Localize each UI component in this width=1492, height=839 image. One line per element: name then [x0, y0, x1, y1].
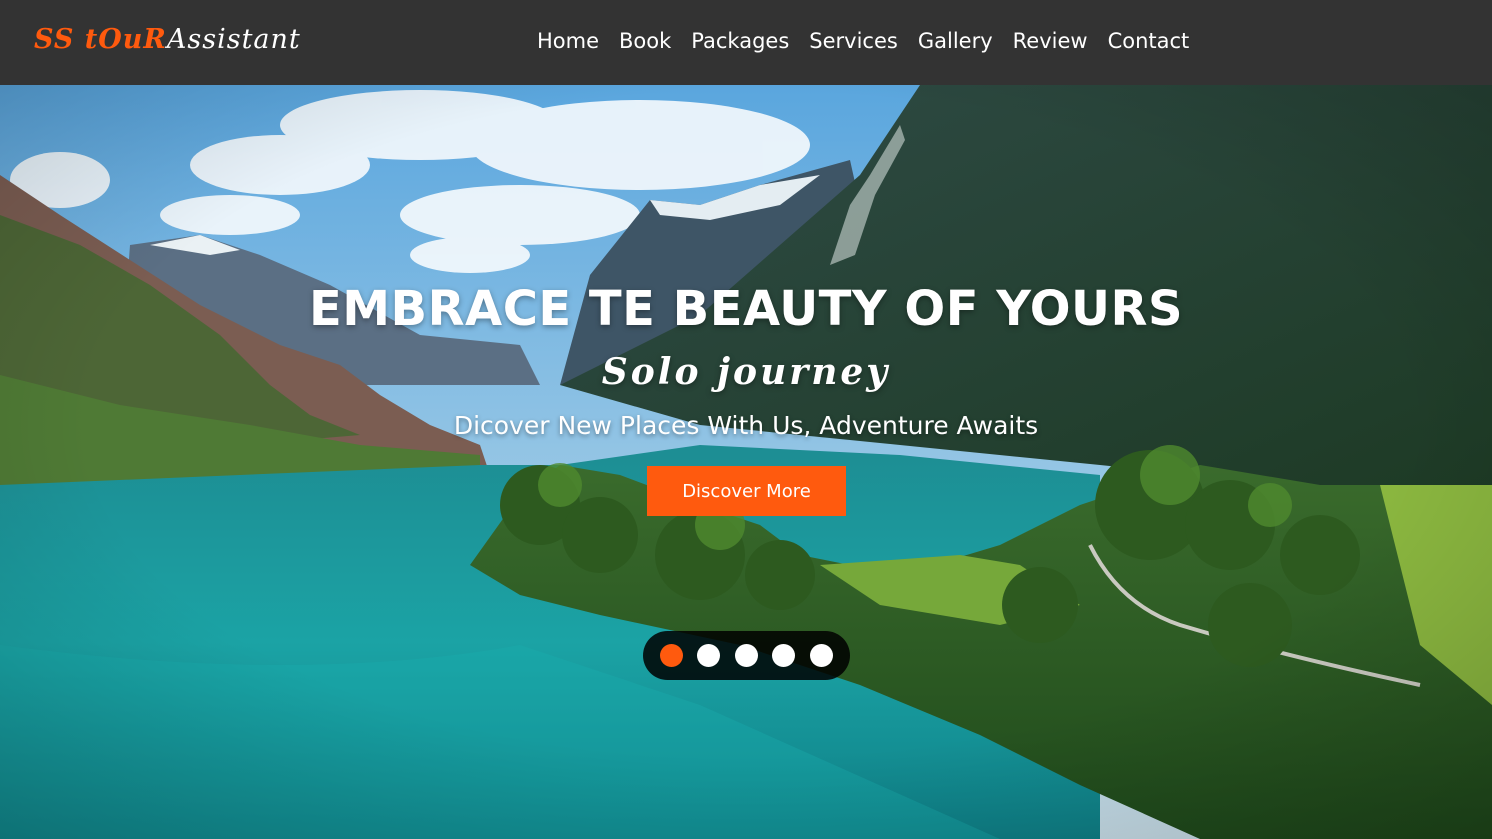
- nav-services-link[interactable]: Services: [809, 28, 898, 54]
- top-navbar: SS tOuRAssistant Home Book Packages Serv…: [0, 0, 1492, 85]
- slider-dot-3[interactable]: [735, 644, 758, 667]
- slider-dots: [643, 631, 850, 680]
- discover-more-button[interactable]: Discover More: [647, 466, 846, 516]
- hero-background-image: [0, 85, 1492, 839]
- nav-home-link[interactable]: Home: [537, 28, 599, 54]
- hero-section: EMBRACE TE BEAUTY OF YOURS Solo journey …: [0, 85, 1492, 839]
- slider-dot-2[interactable]: [697, 644, 720, 667]
- slider-dot-1[interactable]: [660, 644, 683, 667]
- hero-tagline: Dicover New Places With Us, Adventure Aw…: [453, 411, 1039, 440]
- nav-packages-link[interactable]: Packages: [691, 28, 789, 54]
- logo-rest-text: Assistant: [166, 24, 301, 55]
- page: SS tOuRAssistant Home Book Packages Serv…: [0, 0, 1492, 839]
- nav-book-link[interactable]: Book: [619, 28, 671, 54]
- site-logo[interactable]: SS tOuRAssistant: [34, 24, 301, 55]
- logo-accent-text: SS tOuR: [34, 24, 167, 55]
- main-nav: Home Book Packages Services Gallery Revi…: [537, 28, 1209, 54]
- hero-title: EMBRACE TE BEAUTY OF YOURS: [308, 281, 1184, 337]
- slider-dot-4[interactable]: [772, 644, 795, 667]
- hero-script-subtitle: Solo journey: [601, 351, 891, 393]
- nav-contact-link[interactable]: Contact: [1108, 28, 1190, 54]
- nav-review-link[interactable]: Review: [1013, 28, 1088, 54]
- slider-dot-5[interactable]: [810, 644, 833, 667]
- nav-gallery-link[interactable]: Gallery: [918, 28, 993, 54]
